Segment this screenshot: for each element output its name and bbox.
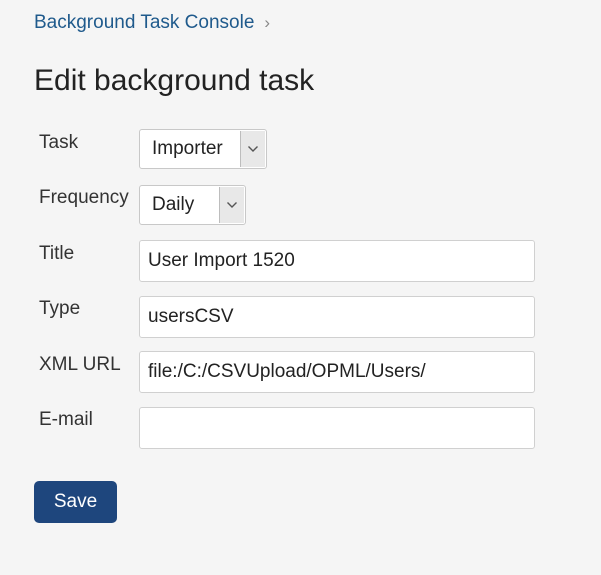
chevron-down-icon: [227, 202, 237, 208]
type-field[interactable]: [139, 296, 535, 338]
title-field[interactable]: [139, 240, 535, 282]
breadcrumb-separator: ›: [264, 13, 271, 32]
title-label: Title: [39, 243, 75, 264]
breadcrumb: Background Task Console ›: [34, 12, 270, 34]
save-button[interactable]: Save: [34, 481, 117, 523]
frequency-select-arrow[interactable]: [219, 187, 244, 223]
xml-url-field[interactable]: [139, 351, 535, 393]
task-select[interactable]: Importer: [139, 129, 267, 169]
chevron-down-icon: [248, 146, 258, 152]
task-select-arrow[interactable]: [240, 131, 265, 167]
frequency-select[interactable]: Daily: [139, 185, 246, 225]
task-label: Task: [39, 132, 79, 153]
task-select-value: Importer: [152, 138, 223, 159]
type-label: Type: [39, 298, 81, 319]
xml-url-label: XML URL: [39, 354, 121, 375]
email-label: E-mail: [39, 409, 93, 430]
frequency-select-value: Daily: [152, 194, 195, 215]
email-field[interactable]: [139, 407, 535, 449]
breadcrumb-link-background-task-console[interactable]: Background Task Console: [34, 12, 254, 34]
frequency-label: Frequency: [39, 187, 129, 208]
page-title: Edit background task: [34, 64, 315, 97]
